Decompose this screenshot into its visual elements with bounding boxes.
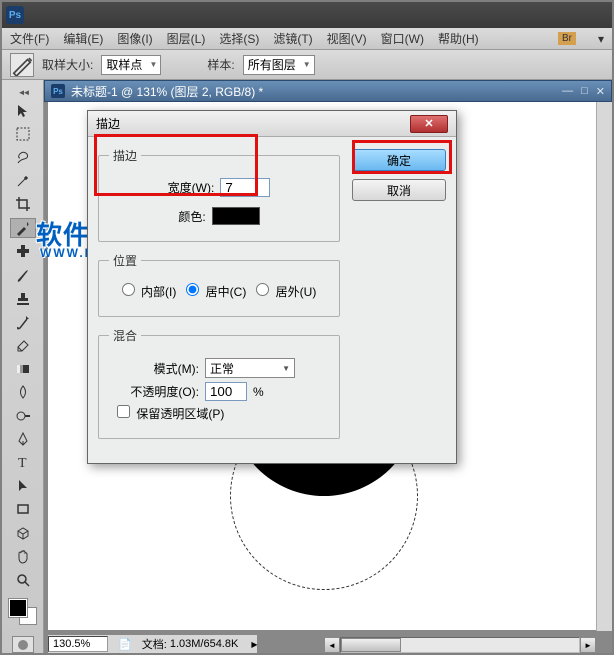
toolbox: T bbox=[2, 80, 44, 653]
cancel-button[interactable]: 取消 bbox=[352, 179, 446, 201]
ps-logo-icon: Ps bbox=[6, 6, 24, 24]
blend-group: 混合 模式(M): 正常 不透明度(O): % 保留透明区域(P) bbox=[98, 327, 340, 439]
menu-overflow-icon[interactable]: ▾ bbox=[598, 32, 604, 46]
lasso-tool-icon[interactable] bbox=[10, 147, 36, 167]
brush-tool-icon[interactable] bbox=[10, 265, 36, 285]
gradient-tool-icon[interactable] bbox=[10, 358, 36, 378]
document-title: 未标题-1 @ 131% (图层 2, RGB/8) * bbox=[71, 83, 263, 100]
ok-button[interactable]: 确定 bbox=[352, 149, 446, 171]
opacity-label: 不透明度(O): bbox=[127, 383, 199, 400]
sample-layers-label: 样本: bbox=[207, 56, 234, 73]
sample-layers-select[interactable]: 所有图层 bbox=[243, 55, 315, 75]
sample-size-label: 取样大小: bbox=[42, 56, 93, 73]
width-label: 宽度(W): bbox=[168, 179, 215, 196]
blend-mode-select[interactable]: 正常 bbox=[205, 358, 295, 378]
horizontal-scrollbar[interactable]: ◄ ► bbox=[324, 637, 596, 653]
move-tool-icon[interactable] bbox=[10, 100, 36, 120]
maximize-icon[interactable]: □ bbox=[581, 85, 588, 98]
type-tool-icon[interactable]: T bbox=[10, 452, 36, 472]
stamp-tool-icon[interactable] bbox=[10, 288, 36, 308]
scroll-right-icon[interactable]: ► bbox=[580, 637, 596, 653]
pos-outside-radio[interactable]: 居外(U) bbox=[256, 283, 316, 300]
position-group: 位置 内部(I) 居中(C) 居外(U) bbox=[98, 252, 340, 317]
minimize-icon[interactable]: — bbox=[562, 85, 573, 98]
menu-image[interactable]: 图像(I) bbox=[117, 30, 152, 47]
doc-info-icon[interactable]: 📄 bbox=[118, 638, 132, 651]
menu-help[interactable]: 帮助(H) bbox=[438, 30, 479, 47]
stroke-color-swatch[interactable] bbox=[212, 207, 260, 225]
eraser-tool-icon[interactable] bbox=[10, 335, 36, 355]
menu-file[interactable]: 文件(F) bbox=[10, 30, 49, 47]
menu-select[interactable]: 选择(S) bbox=[219, 30, 259, 47]
mode-label: 模式(M): bbox=[127, 360, 199, 377]
position-legend: 位置 bbox=[109, 252, 141, 269]
menu-edit[interactable]: 编辑(E) bbox=[63, 30, 103, 47]
quickmask-icon[interactable] bbox=[12, 636, 34, 653]
crop-tool-icon[interactable] bbox=[10, 194, 36, 214]
menu-filter[interactable]: 滤镜(T) bbox=[273, 30, 312, 47]
path-select-tool-icon[interactable] bbox=[10, 476, 36, 496]
vertical-scrollbar[interactable] bbox=[596, 102, 612, 631]
tool-preset-icon[interactable] bbox=[10, 53, 34, 77]
eyedropper-tool-icon[interactable] bbox=[10, 218, 36, 239]
svg-text:T: T bbox=[18, 456, 27, 470]
3d-tool-icon[interactable] bbox=[10, 523, 36, 543]
bridge-icon[interactable]: Br bbox=[558, 32, 576, 45]
sample-size-select[interactable]: 取样点 bbox=[101, 55, 161, 75]
width-input[interactable] bbox=[220, 178, 270, 197]
color-label: 颜色: bbox=[178, 208, 205, 225]
menu-layer[interactable]: 图层(L) bbox=[167, 30, 206, 47]
close-window-icon[interactable]: ✕ bbox=[596, 85, 605, 98]
opacity-unit: % bbox=[253, 385, 264, 399]
opacity-input[interactable] bbox=[205, 382, 247, 401]
dialog-title: 描边 bbox=[96, 115, 120, 132]
dialog-close-icon[interactable]: ✕ bbox=[410, 115, 448, 133]
doc-ps-icon: Ps bbox=[51, 84, 65, 98]
fg-color-swatch[interactable] bbox=[9, 599, 27, 617]
doc-info-text: 文档: 1.03M/654.8K bbox=[142, 636, 239, 652]
scroll-left-icon[interactable]: ◄ bbox=[324, 637, 340, 653]
wand-tool-icon[interactable] bbox=[10, 171, 36, 191]
menu-window[interactable]: 窗口(W) bbox=[381, 30, 424, 47]
menu-view[interactable]: 视图(V) bbox=[327, 30, 367, 47]
scroll-thumb[interactable] bbox=[341, 638, 401, 652]
preserve-transparency-checkbox[interactable]: 保留透明区域(P) bbox=[117, 405, 224, 422]
stroke-dialog: 描边 ✕ 描边 宽度(W): 颜色: 位置 bbox=[87, 110, 457, 464]
pos-inside-radio[interactable]: 内部(I) bbox=[122, 283, 177, 300]
blend-legend: 混合 bbox=[109, 327, 141, 344]
history-brush-tool-icon[interactable] bbox=[10, 312, 36, 332]
stroke-group: 描边 宽度(W): 颜色: bbox=[98, 147, 340, 242]
color-swatches[interactable] bbox=[9, 599, 37, 625]
stroke-legend: 描边 bbox=[109, 147, 141, 164]
pen-tool-icon[interactable] bbox=[10, 429, 36, 449]
dodge-tool-icon[interactable] bbox=[10, 405, 36, 425]
zoom-field[interactable]: 130.5% bbox=[48, 636, 108, 652]
marquee-tool-icon[interactable] bbox=[10, 124, 36, 144]
shape-tool-icon[interactable] bbox=[10, 499, 36, 519]
zoom-tool-icon[interactable] bbox=[10, 570, 36, 590]
pos-center-radio[interactable]: 居中(C) bbox=[186, 283, 246, 300]
hand-tool-icon[interactable] bbox=[10, 546, 36, 566]
blur-tool-icon[interactable] bbox=[10, 382, 36, 402]
doc-info-menu-icon[interactable]: ▶ bbox=[251, 640, 257, 649]
heal-tool-icon[interactable] bbox=[10, 241, 36, 261]
toolbox-toggle-icon[interactable] bbox=[8, 88, 38, 97]
